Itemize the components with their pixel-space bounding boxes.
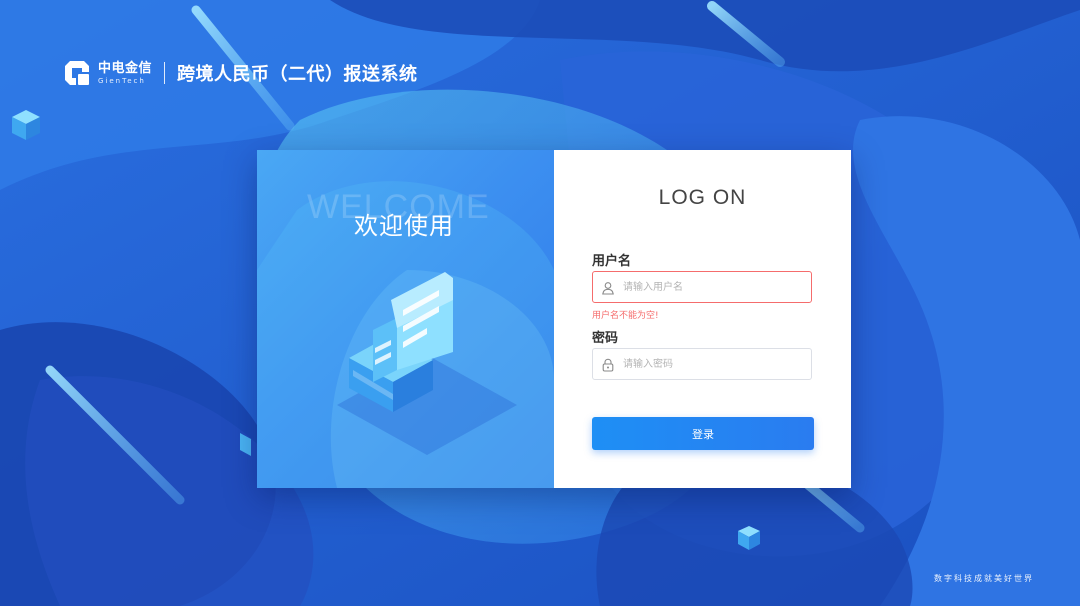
header: 中电金信 GienTech 跨境人民币（二代）报送系统	[62, 58, 418, 88]
username-input[interactable]	[621, 280, 805, 294]
password-field[interactable]	[592, 348, 812, 380]
header-divider	[164, 62, 166, 84]
login-card: WELCOME 欢迎使用 LOG ON 用户名 用户名不能为空! 密码	[257, 150, 851, 488]
logo-chinese-name: 中电金信	[98, 60, 153, 76]
footer-slogan: 数字科技成就美好世界	[934, 574, 1034, 583]
user-icon	[601, 280, 615, 295]
username-label: 用户名	[592, 254, 632, 269]
system-title: 跨境人民币（二代）报送系统	[177, 64, 418, 85]
login-title: LOG ON	[658, 186, 747, 209]
login-form: LOG ON 用户名 用户名不能为空! 密码 登录	[554, 150, 851, 488]
username-error-message: 用户名不能为空!	[592, 311, 659, 321]
logo-english-name: GienTech	[98, 76, 146, 85]
login-button[interactable]: 登录	[592, 417, 814, 450]
logo-wordmark: 中电金信 GienTech	[98, 62, 152, 85]
logo-icon	[62, 58, 92, 88]
password-label: 密码	[592, 331, 619, 346]
lock-icon	[601, 357, 615, 372]
welcome-title: 欢迎使用	[354, 212, 454, 240]
password-input[interactable]	[621, 357, 805, 371]
welcome-panel: WELCOME 欢迎使用	[257, 150, 554, 488]
username-field[interactable]	[592, 271, 812, 303]
